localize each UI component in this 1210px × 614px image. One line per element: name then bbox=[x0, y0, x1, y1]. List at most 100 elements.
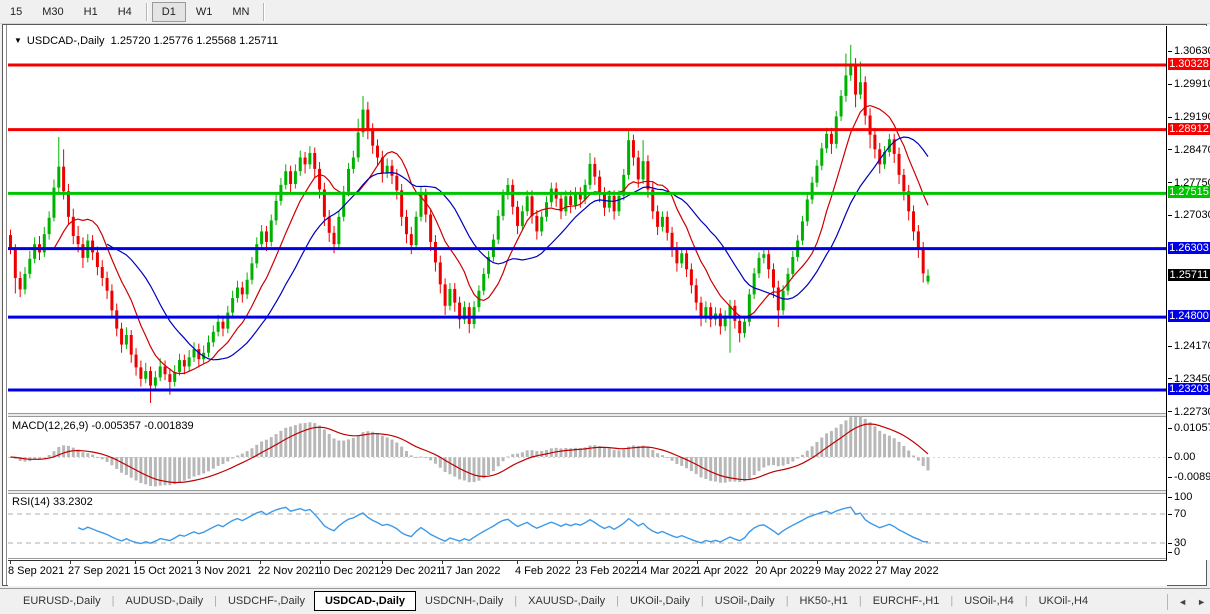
date-tick-mark bbox=[517, 561, 518, 564]
level-price-box: 1.26303 bbox=[1168, 242, 1210, 254]
price-tick-label: 1.27030 bbox=[1168, 209, 1210, 221]
date-tick-mark bbox=[442, 561, 443, 564]
tab-bar-divider bbox=[1167, 594, 1168, 610]
tab-separator: | bbox=[699, 595, 706, 607]
tab-hk50-h1[interactable]: HK50-,H1 bbox=[791, 592, 857, 610]
date-tick-label: 10 Dec 2021 bbox=[318, 565, 380, 577]
date-tick-mark bbox=[197, 561, 198, 564]
chart-symbol-header[interactable]: ▼ USDCAD-,Daily 1.25720 1.25776 1.25568 1… bbox=[14, 35, 278, 47]
date-axis: 8 Sep 2021 27 Sep 202115 Oct 20213 Nov 20… bbox=[8, 560, 1167, 586]
tab-scroll-left-icon[interactable]: ◄ bbox=[1178, 597, 1187, 607]
date-tick-mark bbox=[10, 561, 11, 564]
timeframe-button-h4[interactable]: H4 bbox=[108, 2, 142, 22]
tab-eurusd-daily[interactable]: EURUSD-,Daily bbox=[14, 592, 110, 610]
macd-axis-max: 0.010578 bbox=[1168, 422, 1210, 434]
date-tick-label: 27 May 2022 bbox=[875, 565, 939, 577]
date-tick-mark bbox=[637, 561, 638, 564]
level-price-box: 1.28912 bbox=[1168, 123, 1210, 135]
tab-usoil-daily[interactable]: USOil-,Daily bbox=[706, 592, 784, 610]
rsi-axis-label: 70 bbox=[1168, 508, 1186, 520]
price-tick-label: 1.30630 bbox=[1168, 45, 1210, 57]
tab-ukoil-h4[interactable]: UKOil-,H4 bbox=[1030, 592, 1098, 610]
macd-signal-line bbox=[11, 424, 929, 483]
tab-usdchf-daily[interactable]: USDCHF-,Daily bbox=[219, 592, 314, 610]
tab-usdcnh-daily[interactable]: USDCNH-,Daily bbox=[416, 592, 512, 610]
tab-separator: | bbox=[614, 595, 621, 607]
tab-scroll-arrows: ◄ ► bbox=[1167, 589, 1206, 614]
tab-separator: | bbox=[110, 595, 117, 607]
macd-axis-min: -0.00896 bbox=[1168, 471, 1210, 483]
instrument-tab-bar: EURUSD-,Daily|AUDUSD-,Daily|USDCHF-,Dail… bbox=[0, 588, 1210, 613]
level-price-box: 1.23203 bbox=[1168, 383, 1210, 395]
panel-splitter-2[interactable] bbox=[8, 490, 1167, 494]
date-tick-label: 29 Dec 2021 bbox=[380, 565, 442, 577]
tab-scroll-right-icon[interactable]: ► bbox=[1197, 597, 1206, 607]
date-tick-mark bbox=[877, 561, 878, 564]
axis-separator-line bbox=[1166, 26, 1167, 560]
date-tick-mark bbox=[697, 561, 698, 564]
date-tick-label: 3 Nov 2021 bbox=[195, 565, 251, 577]
tab-separator: | bbox=[1023, 595, 1030, 607]
rsi-layer bbox=[8, 507, 1167, 543]
date-tick-label: 1 Apr 2022 bbox=[695, 565, 748, 577]
rsi-axis-label: 100 bbox=[1168, 491, 1192, 503]
level-price-box: 1.30328 bbox=[1168, 58, 1210, 70]
date-tick-mark bbox=[382, 561, 383, 564]
tab-xauusd-daily[interactable]: XAUUSD-,Daily bbox=[519, 592, 614, 610]
moving-averages-layer bbox=[54, 106, 928, 374]
date-tick-mark bbox=[817, 561, 818, 564]
mt4-terminal: { "toolbar": { "timeframes": ["15","M30"… bbox=[0, 0, 1210, 613]
date-tick-label: 22 Nov 2021 bbox=[258, 565, 320, 577]
chevron-down-icon: ▼ bbox=[14, 36, 22, 45]
tab-separator: | bbox=[948, 595, 955, 607]
toolbar-separator bbox=[263, 3, 265, 21]
date-tick-label: 20 Apr 2022 bbox=[755, 565, 814, 577]
price-chart-canvas[interactable] bbox=[8, 26, 1167, 560]
panel-splitter-1[interactable] bbox=[8, 413, 1167, 417]
date-tick-label: 4 Feb 2022 bbox=[515, 565, 571, 577]
price-tick-label: 1.29910 bbox=[1168, 78, 1210, 90]
timeframe-button-15[interactable]: 15 bbox=[0, 2, 32, 22]
tab-separator: | bbox=[857, 595, 864, 607]
timeframe-button-m30[interactable]: M30 bbox=[32, 2, 73, 22]
tab-separator: | bbox=[512, 595, 519, 607]
date-tick-mark bbox=[260, 561, 261, 564]
date-tick-label: 8 Sep 2021 bbox=[8, 565, 64, 577]
tab-separator: | bbox=[212, 595, 219, 607]
macd-indicator-label: MACD(12,26,9) -0.005357 -0.001839 bbox=[12, 420, 194, 432]
date-tick-mark bbox=[320, 561, 321, 564]
rsi-axis-label: 0 bbox=[1168, 546, 1180, 558]
date-tick-label: 9 May 2022 bbox=[815, 565, 872, 577]
chart-ohlc-values: 1.25720 1.25776 1.25568 1.25711 bbox=[111, 35, 278, 47]
timeframe-button-mn[interactable]: MN bbox=[222, 2, 259, 22]
date-tick-mark bbox=[70, 561, 71, 564]
timeframe-button-d1[interactable]: D1 bbox=[152, 2, 186, 22]
price-tick-label: 1.24170 bbox=[1168, 340, 1210, 352]
date-tick-mark bbox=[135, 561, 136, 564]
support-resistance-lines[interactable] bbox=[8, 65, 1167, 390]
current-price-box: 1.25711 bbox=[1168, 269, 1210, 281]
date-tick-label: 23 Feb 2022 bbox=[575, 565, 637, 577]
price-axis: 1.306301.299101.291901.284701.277501.270… bbox=[1168, 26, 1210, 560]
timeframe-button-w1[interactable]: W1 bbox=[186, 2, 223, 22]
candles-layer bbox=[9, 45, 930, 403]
date-tick-label: 27 Sep 2021 bbox=[68, 565, 130, 577]
macd-axis-zero: 0.00 bbox=[1168, 451, 1195, 463]
date-tick-label: 15 Oct 2021 bbox=[133, 565, 193, 577]
chart-symbol-label: USDCAD-,Daily bbox=[27, 35, 105, 47]
timeframe-toolbar: 15M30H1H4 D1W1MN bbox=[0, 0, 1210, 24]
date-tick-label: 17 Jan 2022 bbox=[440, 565, 501, 577]
toolbar-separator bbox=[146, 3, 148, 21]
tab-ukoil-daily[interactable]: UKOil-,Daily bbox=[621, 592, 699, 610]
date-tick-label: 14 Mar 2022 bbox=[635, 565, 697, 577]
tab-usdcad-daily[interactable]: USDCAD-,Daily bbox=[314, 591, 416, 611]
rsi-indicator-label: RSI(14) 33.2302 bbox=[12, 496, 93, 508]
level-price-box: 1.27515 bbox=[1168, 186, 1210, 198]
tab-eurchf-h1[interactable]: EURCHF-,H1 bbox=[864, 592, 949, 610]
price-tick-label: 1.22730 bbox=[1168, 406, 1210, 418]
tab-usoil-h4[interactable]: USOil-,H4 bbox=[955, 592, 1023, 610]
timeframe-button-h1[interactable]: H1 bbox=[74, 2, 108, 22]
date-tick-mark bbox=[757, 561, 758, 564]
price-tick-label: 1.28470 bbox=[1168, 144, 1210, 156]
tab-audusd-daily[interactable]: AUDUSD-,Daily bbox=[116, 592, 212, 610]
